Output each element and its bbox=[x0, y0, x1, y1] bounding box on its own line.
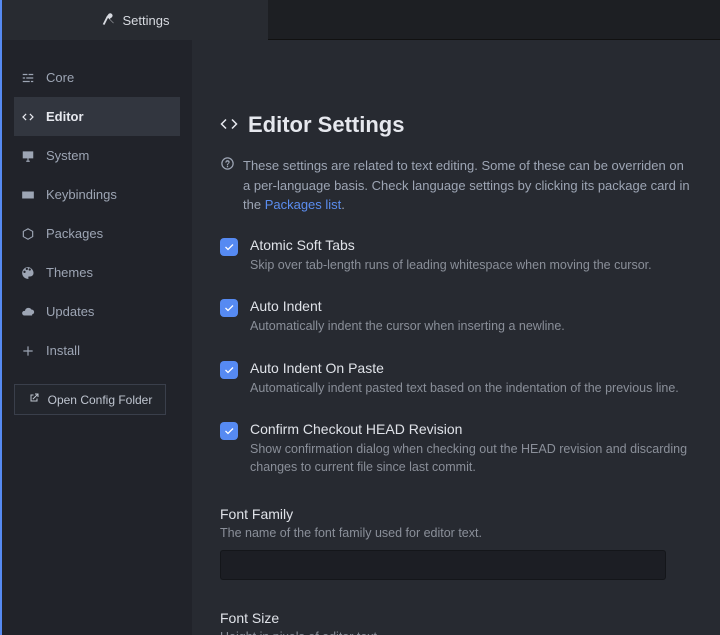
sidebar-item-system[interactable]: System bbox=[14, 136, 180, 175]
setting-title: Auto Indent On Paste bbox=[250, 360, 679, 376]
paint-icon bbox=[20, 266, 36, 280]
code-icon bbox=[220, 115, 238, 136]
page-heading: Editor Settings bbox=[220, 112, 692, 138]
font-family-input[interactable] bbox=[220, 550, 666, 580]
checkbox-atomic-soft-tabs[interactable] bbox=[220, 238, 238, 256]
sidebar-item-label: System bbox=[46, 148, 89, 163]
question-icon bbox=[220, 156, 235, 215]
setting-auto-indent-on-paste: Auto Indent On Paste Automatically inden… bbox=[220, 360, 692, 398]
external-link-icon bbox=[28, 392, 40, 407]
sidebar-item-label: Install bbox=[46, 343, 80, 358]
sidebar-item-label: Editor bbox=[46, 109, 84, 124]
sidebar-item-label: Updates bbox=[46, 304, 94, 319]
settings-sidebar: Core Editor System Keybindings Packages bbox=[0, 40, 192, 635]
sidebar-item-keybindings[interactable]: Keybindings bbox=[14, 175, 180, 214]
plus-icon bbox=[20, 344, 36, 358]
keyboard-icon bbox=[20, 188, 36, 202]
package-icon bbox=[20, 227, 36, 241]
sidebar-item-themes[interactable]: Themes bbox=[14, 253, 180, 292]
setting-auto-indent: Auto Indent Automatically indent the cur… bbox=[220, 298, 692, 336]
monitor-icon bbox=[20, 149, 36, 163]
sidebar-item-editor[interactable]: Editor bbox=[14, 97, 180, 136]
sidebar-item-label: Core bbox=[46, 70, 74, 85]
packages-list-link[interactable]: Packages list bbox=[265, 197, 342, 212]
setting-title: Auto Indent bbox=[250, 298, 565, 314]
font-size-group: Font Size Height in pixels of editor tex… bbox=[220, 610, 692, 635]
setting-title: Atomic Soft Tabs bbox=[250, 237, 652, 253]
tab-title: Settings bbox=[123, 13, 170, 28]
font-family-group: Font Family The name of the font family … bbox=[220, 506, 692, 580]
cloud-download-icon bbox=[20, 305, 36, 319]
tab-settings[interactable]: Settings bbox=[0, 0, 268, 40]
sidebar-item-packages[interactable]: Packages bbox=[14, 214, 180, 253]
sidebar-item-updates[interactable]: Updates bbox=[14, 292, 180, 331]
setting-desc: Automatically indent pasted text based o… bbox=[250, 380, 679, 398]
open-config-folder-button[interactable]: Open Config Folder bbox=[14, 384, 166, 415]
tab-bar: Settings bbox=[0, 0, 720, 40]
sidebar-item-label: Keybindings bbox=[46, 187, 117, 202]
setting-title: Confirm Checkout HEAD Revision bbox=[250, 421, 692, 437]
sliders-icon bbox=[20, 71, 36, 85]
open-config-label: Open Config Folder bbox=[48, 393, 153, 407]
page-title: Editor Settings bbox=[248, 112, 404, 138]
tools-icon bbox=[101, 12, 115, 29]
setting-desc: Show confirmation dialog when checking o… bbox=[250, 441, 692, 476]
info-suffix: . bbox=[341, 197, 345, 212]
setting-desc: Automatically indent the cursor when ins… bbox=[250, 318, 565, 336]
sidebar-item-install[interactable]: Install bbox=[14, 331, 180, 370]
checkbox-auto-indent[interactable] bbox=[220, 299, 238, 317]
code-icon bbox=[20, 110, 36, 124]
setting-atomic-soft-tabs: Atomic Soft Tabs Skip over tab-length ru… bbox=[220, 237, 692, 275]
checkbox-confirm-checkout-head[interactable] bbox=[220, 422, 238, 440]
field-desc: The name of the font family used for edi… bbox=[220, 526, 692, 540]
settings-content: Editor Settings These settings are relat… bbox=[192, 40, 720, 635]
field-label: Font Size bbox=[220, 610, 692, 626]
field-desc: Height in pixels of editor text. bbox=[220, 630, 692, 635]
sidebar-item-label: Packages bbox=[46, 226, 103, 241]
info-block: These settings are related to text editi… bbox=[220, 156, 692, 215]
setting-desc: Skip over tab-length runs of leading whi… bbox=[250, 257, 652, 275]
checkbox-auto-indent-on-paste[interactable] bbox=[220, 361, 238, 379]
field-label: Font Family bbox=[220, 506, 692, 522]
sidebar-item-core[interactable]: Core bbox=[14, 58, 180, 97]
setting-confirm-checkout-head: Confirm Checkout HEAD Revision Show conf… bbox=[220, 421, 692, 476]
sidebar-item-label: Themes bbox=[46, 265, 93, 280]
